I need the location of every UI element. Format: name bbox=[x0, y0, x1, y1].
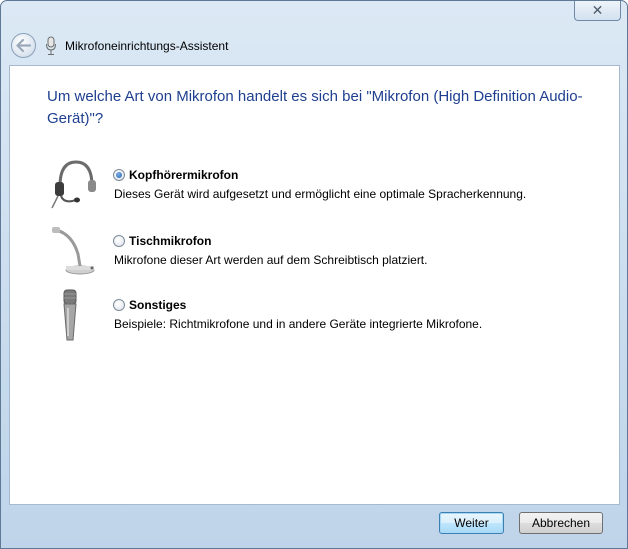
option-headset-description: Dieses Gerät wird aufgesetzt und ermögli… bbox=[114, 187, 527, 201]
desk-microphone-icon bbox=[52, 227, 95, 275]
option-other-label[interactable]: Sonstiges bbox=[129, 298, 186, 312]
close-icon: ✕ bbox=[591, 2, 604, 18]
close-button[interactable]: ✕ bbox=[574, 1, 621, 21]
next-button[interactable]: Weiter bbox=[439, 512, 504, 534]
headset-icon bbox=[51, 160, 96, 209]
option-other-description: Beispiele: Richtmikrofone und in andere … bbox=[114, 317, 483, 331]
option-headset: Kopfhörermikrofon Dieses Gerät wird aufg… bbox=[10, 156, 610, 216]
title-bar: ✕ Mikrofoneinrichtungs-Assistent bbox=[1, 1, 627, 65]
radio-headset[interactable] bbox=[113, 169, 125, 181]
radio-other[interactable] bbox=[113, 299, 125, 311]
wizard-page: Um welche Art von Mikrofon handelt es si… bbox=[9, 65, 620, 505]
wizard-window: ✕ Mikrofoneinrichtungs-Assistent Um welc… bbox=[0, 0, 628, 549]
handheld-microphone-icon bbox=[63, 289, 77, 341]
option-desk-microphone-description: Mikrofone dieser Art werden auf dem Schr… bbox=[114, 253, 428, 267]
back-arrow-icon bbox=[16, 39, 31, 52]
button-bar: Weiter Abbrechen bbox=[1, 505, 627, 549]
option-desk-microphone-label[interactable]: Tischmikrofon bbox=[129, 234, 211, 248]
radio-desk-microphone[interactable] bbox=[113, 235, 125, 247]
microphone-icon bbox=[46, 36, 56, 55]
page-question: Um welche Art von Mikrofon handelt es si… bbox=[47, 88, 583, 127]
option-other: Sonstiges Beispiele: Richtmikrofone und … bbox=[10, 288, 610, 348]
window-title: Mikrofoneinrichtungs-Assistent bbox=[65, 39, 229, 53]
back-button[interactable] bbox=[11, 33, 36, 58]
option-desk-microphone: Tischmikrofon Mikrofone dieser Art werde… bbox=[10, 224, 610, 284]
option-headset-label[interactable]: Kopfhörermikrofon bbox=[129, 168, 238, 182]
cancel-button[interactable]: Abbrechen bbox=[519, 512, 603, 534]
